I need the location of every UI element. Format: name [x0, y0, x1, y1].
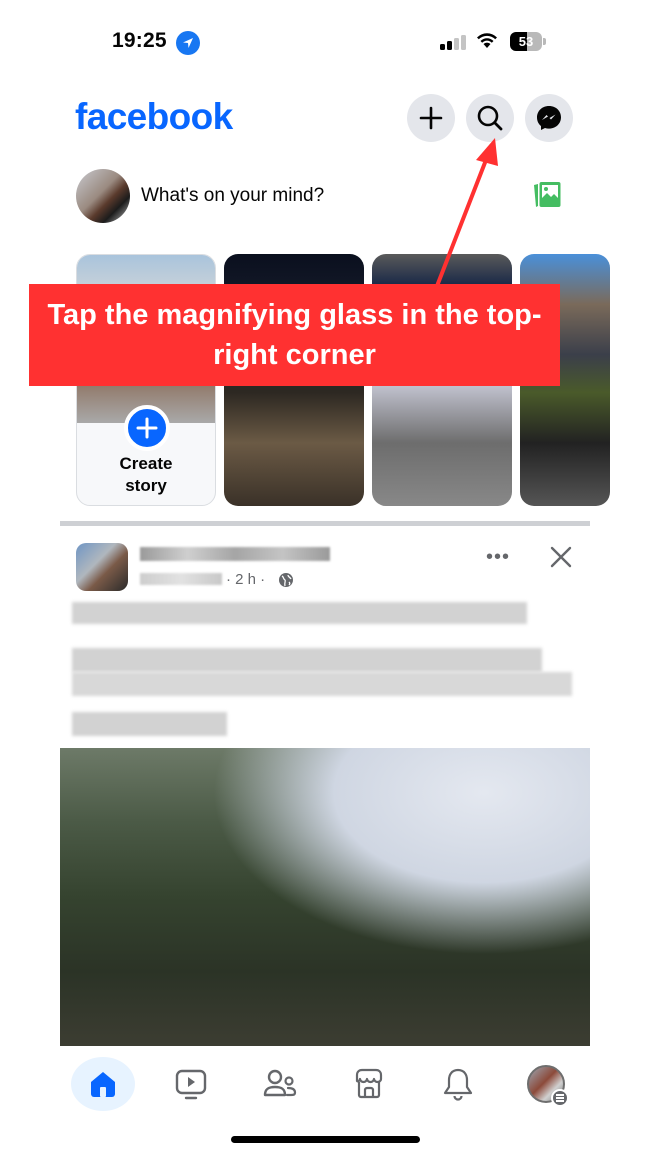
facebook-logo[interactable]: facebook — [75, 96, 233, 138]
bell-icon — [443, 1068, 473, 1101]
plus-icon — [136, 417, 158, 439]
post-text-line — [72, 602, 527, 624]
post-text-line — [72, 672, 572, 696]
create-story-plus-button[interactable] — [124, 405, 170, 451]
nav-home[interactable] — [71, 1057, 135, 1111]
nav-marketplace[interactable] — [337, 1057, 401, 1111]
composer-input[interactable]: What's on your mind? — [141, 185, 324, 207]
feed-divider — [60, 521, 590, 526]
close-icon[interactable] — [546, 542, 576, 572]
home-indicator[interactable] — [231, 1136, 420, 1143]
messenger-icon — [537, 106, 561, 130]
annotation-banner: Tap the magnifying glass in the top-righ… — [29, 284, 560, 386]
post-author-name[interactable] — [140, 547, 330, 561]
create-story-label-line1: Create — [119, 454, 173, 473]
post-subtitle — [140, 573, 222, 585]
post-timestamp: · 2 h · — [226, 571, 266, 588]
post-author-avatar[interactable] — [76, 543, 128, 591]
photo-gallery-icon[interactable] — [531, 180, 563, 210]
profile-menu-icon — [527, 1065, 569, 1107]
messenger-button[interactable] — [525, 94, 573, 142]
video-icon — [175, 1069, 207, 1100]
post-text-line — [72, 712, 227, 736]
marketplace-icon — [355, 1068, 383, 1099]
wifi-icon — [477, 33, 497, 48]
user-avatar[interactable] — [76, 169, 130, 223]
globe-icon — [279, 573, 293, 587]
home-icon — [91, 1072, 115, 1097]
nav-menu[interactable] — [514, 1057, 578, 1111]
nav-video[interactable] — [159, 1057, 223, 1111]
create-story-label: Create story — [77, 453, 215, 497]
search-icon — [477, 105, 503, 131]
location-arrow-icon — [176, 31, 200, 55]
post-text-line — [72, 648, 542, 672]
create-story-label-line2: story — [125, 476, 167, 495]
search-button[interactable] — [466, 94, 514, 142]
cellular-signal-icon — [440, 34, 466, 50]
battery-tip — [543, 38, 546, 45]
plus-icon — [419, 106, 443, 130]
friends-icon — [263, 1069, 297, 1097]
create-button[interactable] — [407, 94, 455, 142]
status-time: 19:25 — [112, 29, 167, 52]
battery-indicator: 53 — [510, 32, 542, 51]
nav-friends[interactable] — [248, 1057, 312, 1111]
post-image[interactable] — [60, 748, 590, 1046]
nav-notifications[interactable] — [426, 1057, 490, 1111]
more-horizontal-icon[interactable]: ••• — [486, 546, 510, 569]
menu-badge-icon — [551, 1089, 569, 1107]
